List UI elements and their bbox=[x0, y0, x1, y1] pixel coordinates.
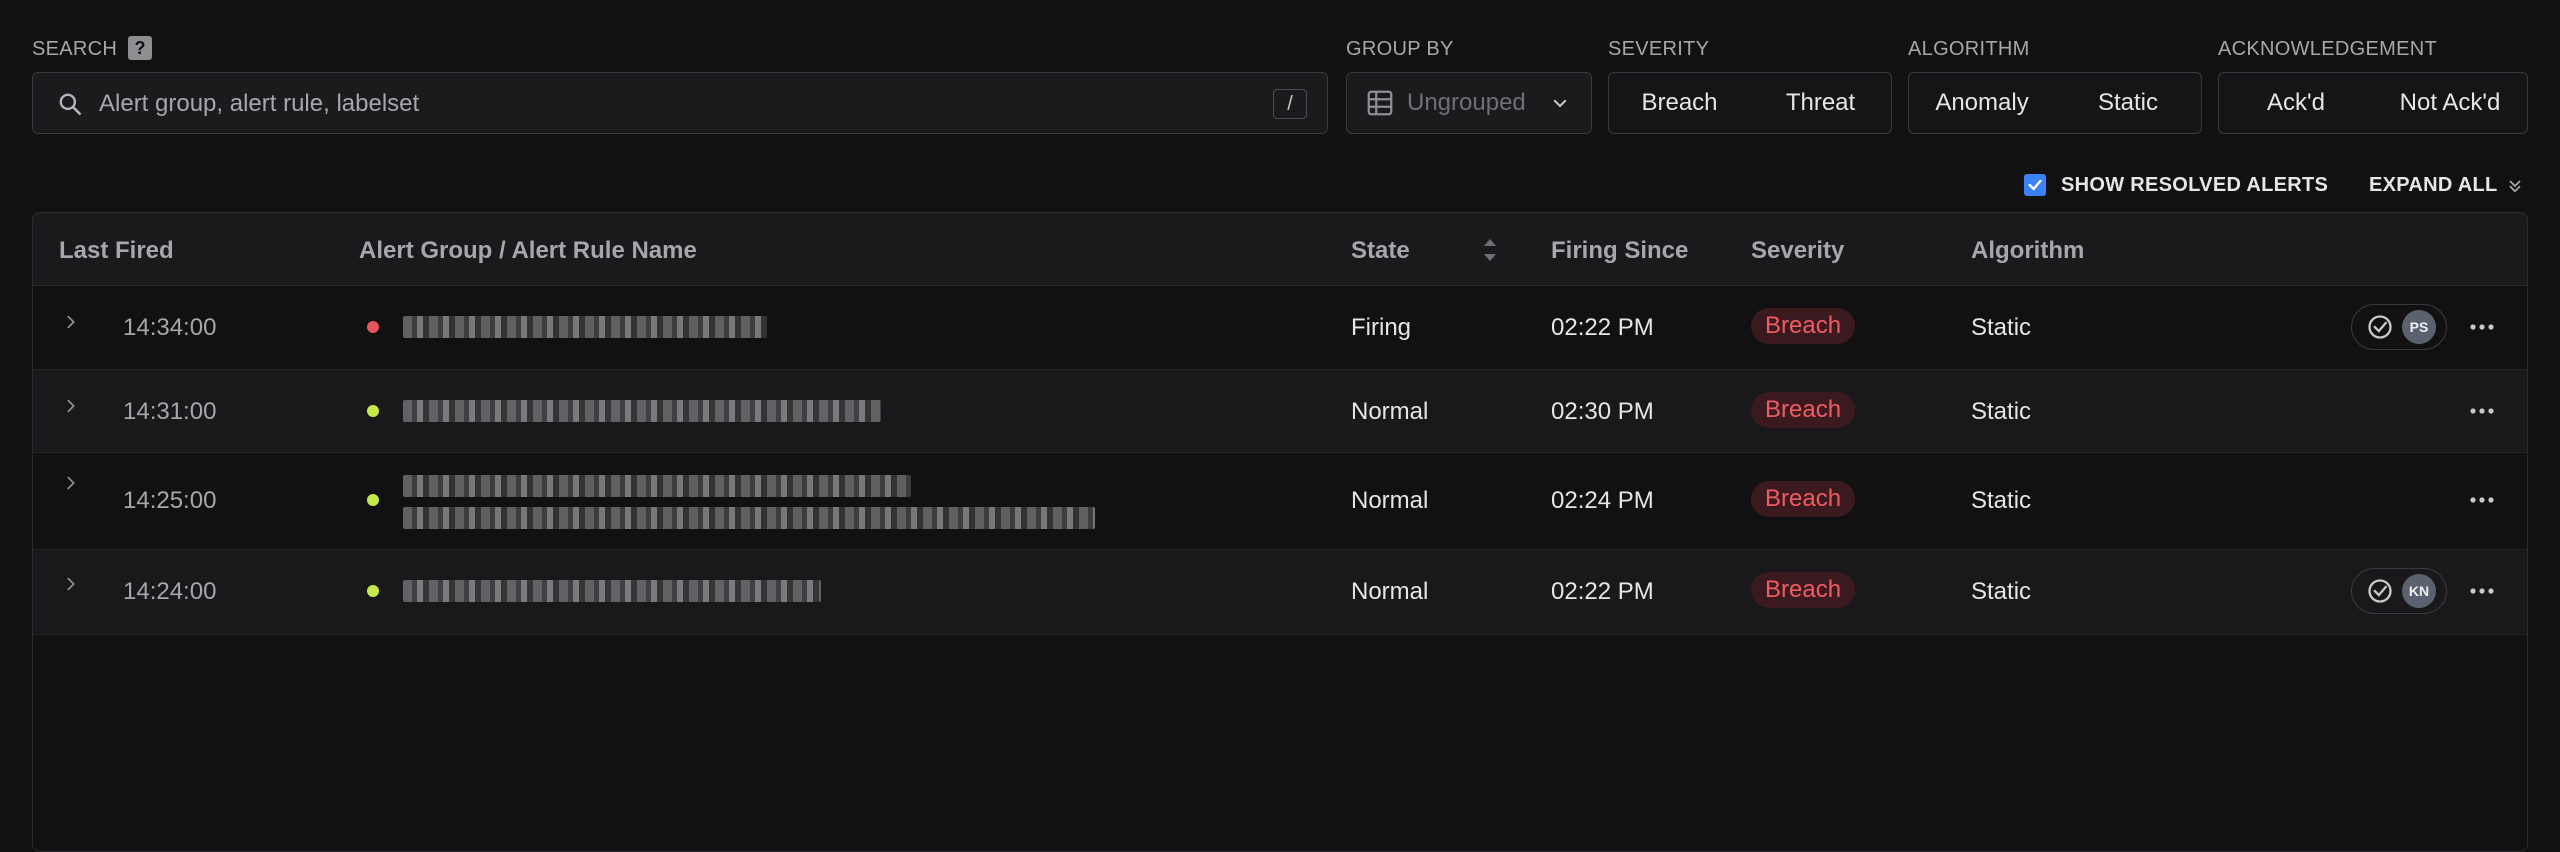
table-row[interactable]: 14:24:00 Normal 02:22 PM Breach Static K… bbox=[33, 550, 2527, 635]
check-circle-icon bbox=[2368, 579, 2392, 603]
last-fired: 14:34:00 bbox=[123, 314, 217, 341]
algorithm-filter: Anomaly Static bbox=[1908, 72, 2202, 134]
alerts-table: Last Fired Alert Group / Alert Rule Name… bbox=[32, 212, 2528, 852]
expand-all-button[interactable]: EXPAND ALL bbox=[2369, 174, 2524, 197]
expand-all-label: EXPAND ALL bbox=[2369, 174, 2498, 196]
search-icon bbox=[59, 93, 82, 116]
severity-filter: Breach Threat bbox=[1608, 72, 1892, 134]
table-row[interactable]: 14:31:00 Normal 02:30 PM Breach Static bbox=[33, 370, 2527, 453]
more-horizontal-icon[interactable] bbox=[2467, 322, 2497, 332]
algorithm: Static bbox=[1971, 314, 2032, 341]
chevron-right-icon[interactable] bbox=[63, 314, 79, 330]
group-by-select[interactable]: Ungrouped bbox=[1346, 72, 1592, 134]
severity-threat-button[interactable]: Threat bbox=[1750, 73, 1891, 133]
col-severity[interactable]: Severity bbox=[1751, 237, 1844, 265]
table-row[interactable]: 14:25:00 Normal 02:24 PM Breach Static bbox=[33, 453, 2527, 550]
redacted-alert-name bbox=[403, 507, 1095, 529]
redacted-alert-name bbox=[403, 475, 911, 497]
acknowledgement-label: ACKNOWLEDGEMENT bbox=[2218, 38, 2437, 60]
firing-since: 02:30 PM bbox=[1551, 398, 1654, 425]
search-input[interactable] bbox=[97, 83, 1241, 125]
table-row[interactable]: 14:34:00 Firing 02:22 PM Breach Static P… bbox=[33, 286, 2527, 370]
firing-status-dot bbox=[367, 321, 379, 333]
table-grid-icon bbox=[1367, 90, 1393, 116]
checkmark-icon bbox=[2028, 179, 2042, 191]
normal-status-dot bbox=[367, 585, 379, 597]
severity-label: SEVERITY bbox=[1608, 38, 1710, 60]
col-state[interactable]: State bbox=[1351, 237, 1410, 265]
chevron-down-icon bbox=[1553, 99, 1567, 107]
sort-icon[interactable] bbox=[1482, 235, 1498, 265]
state: Normal bbox=[1351, 398, 1429, 425]
help-icon[interactable]: ? bbox=[128, 36, 152, 60]
state: Firing bbox=[1351, 314, 1412, 341]
firing-since: 02:22 PM bbox=[1551, 578, 1654, 605]
redacted-alert-name bbox=[403, 400, 881, 422]
table-header: Last Fired Alert Group / Alert Rule Name… bbox=[33, 213, 2527, 286]
not-ack-button[interactable]: Not Ack'd bbox=[2373, 73, 2527, 133]
normal-status-dot bbox=[367, 494, 379, 506]
state: Normal bbox=[1351, 578, 1429, 605]
severity-badge: Breach bbox=[1751, 572, 1856, 608]
ack-status[interactable]: KN bbox=[2351, 568, 2447, 614]
ack-status[interactable]: PS bbox=[2351, 304, 2447, 350]
severity-badge: Breach bbox=[1751, 392, 1856, 428]
severity-badge: Breach bbox=[1751, 308, 1856, 344]
search-label: SEARCH bbox=[32, 38, 118, 60]
algorithm-label: ALGORITHM bbox=[1908, 38, 2030, 60]
show-resolved-label[interactable]: SHOW RESOLVED ALERTS bbox=[2061, 174, 2328, 197]
shortcut-key: / bbox=[1273, 89, 1307, 119]
col-last-fired[interactable]: Last Fired bbox=[59, 237, 174, 265]
chevron-right-icon[interactable] bbox=[63, 398, 79, 414]
last-fired: 14:31:00 bbox=[123, 398, 217, 425]
ack-button[interactable]: Ack'd bbox=[2219, 73, 2373, 133]
redacted-alert-name bbox=[403, 580, 821, 602]
firing-since: 02:22 PM bbox=[1551, 314, 1654, 341]
firing-since: 02:24 PM bbox=[1551, 487, 1654, 514]
show-resolved-checkbox[interactable] bbox=[2024, 174, 2046, 196]
check-circle-icon bbox=[2368, 315, 2392, 339]
more-horizontal-icon[interactable] bbox=[2467, 495, 2497, 505]
severity-badge: Breach bbox=[1751, 481, 1856, 517]
algorithm: Static bbox=[1971, 487, 2032, 514]
severity-breach-button[interactable]: Breach bbox=[1609, 73, 1750, 133]
col-alert-name[interactable]: Alert Group / Alert Rule Name bbox=[359, 237, 697, 265]
chevron-right-icon[interactable] bbox=[63, 576, 79, 592]
redacted-alert-name bbox=[403, 316, 767, 338]
last-fired: 14:24:00 bbox=[123, 578, 217, 605]
last-fired: 14:25:00 bbox=[123, 487, 217, 514]
group-by-value: Ungrouped bbox=[1407, 89, 1526, 116]
acknowledgement-filter: Ack'd Not Ack'd bbox=[2218, 72, 2528, 134]
group-by-label: GROUP BY bbox=[1346, 38, 1454, 60]
chevrons-down-icon bbox=[2509, 180, 2520, 193]
algorithm-static-button[interactable]: Static bbox=[2055, 73, 2201, 133]
col-firing-since[interactable]: Firing Since bbox=[1551, 237, 1688, 265]
algorithm: Static bbox=[1971, 578, 2032, 605]
col-algorithm[interactable]: Algorithm bbox=[1971, 237, 2084, 265]
normal-status-dot bbox=[367, 405, 379, 417]
avatar: KN bbox=[2402, 574, 2436, 608]
algorithm-anomaly-button[interactable]: Anomaly bbox=[1909, 73, 2055, 133]
state: Normal bbox=[1351, 487, 1429, 514]
chevron-right-icon[interactable] bbox=[63, 475, 79, 491]
more-horizontal-icon[interactable] bbox=[2467, 586, 2497, 596]
more-horizontal-icon[interactable] bbox=[2467, 406, 2497, 416]
avatar: PS bbox=[2402, 310, 2436, 344]
search-box[interactable]: / bbox=[32, 72, 1328, 134]
algorithm: Static bbox=[1971, 398, 2032, 425]
